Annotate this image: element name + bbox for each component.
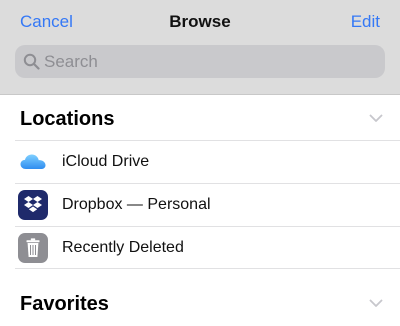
chevron-down-icon[interactable]	[369, 111, 383, 125]
search-icon	[23, 53, 40, 70]
divider	[15, 268, 400, 269]
sidebar-item-dropbox[interactable]: Dropbox — Personal	[0, 184, 400, 227]
sidebar-item-label: Dropbox — Personal	[62, 196, 211, 213]
locations-section-header[interactable]: Locations	[0, 99, 400, 139]
sidebar-item-icloud-drive[interactable]: iCloud Drive	[0, 141, 400, 184]
search-field[interactable]: Search	[15, 45, 385, 78]
favorites-section-header[interactable]: Favorites	[0, 284, 400, 324]
cancel-button[interactable]: Cancel	[20, 11, 73, 33]
trash-icon	[18, 233, 48, 263]
sidebar-item-recently-deleted[interactable]: Recently Deleted	[0, 227, 400, 270]
sidebar-item-label: iCloud Drive	[62, 153, 150, 170]
browse-header: Cancel Browse Edit Search	[0, 0, 400, 95]
search-placeholder: Search	[44, 52, 98, 71]
favorites-title: Favorites	[20, 293, 109, 315]
dropbox-icon	[18, 190, 48, 220]
edit-button[interactable]: Edit	[351, 11, 380, 33]
chevron-down-icon[interactable]	[369, 296, 383, 310]
locations-title: Locations	[20, 108, 115, 130]
sidebar-item-label: Recently Deleted	[62, 239, 184, 256]
icloud-icon	[20, 154, 46, 169]
page-title-text: Browse	[169, 12, 231, 31]
